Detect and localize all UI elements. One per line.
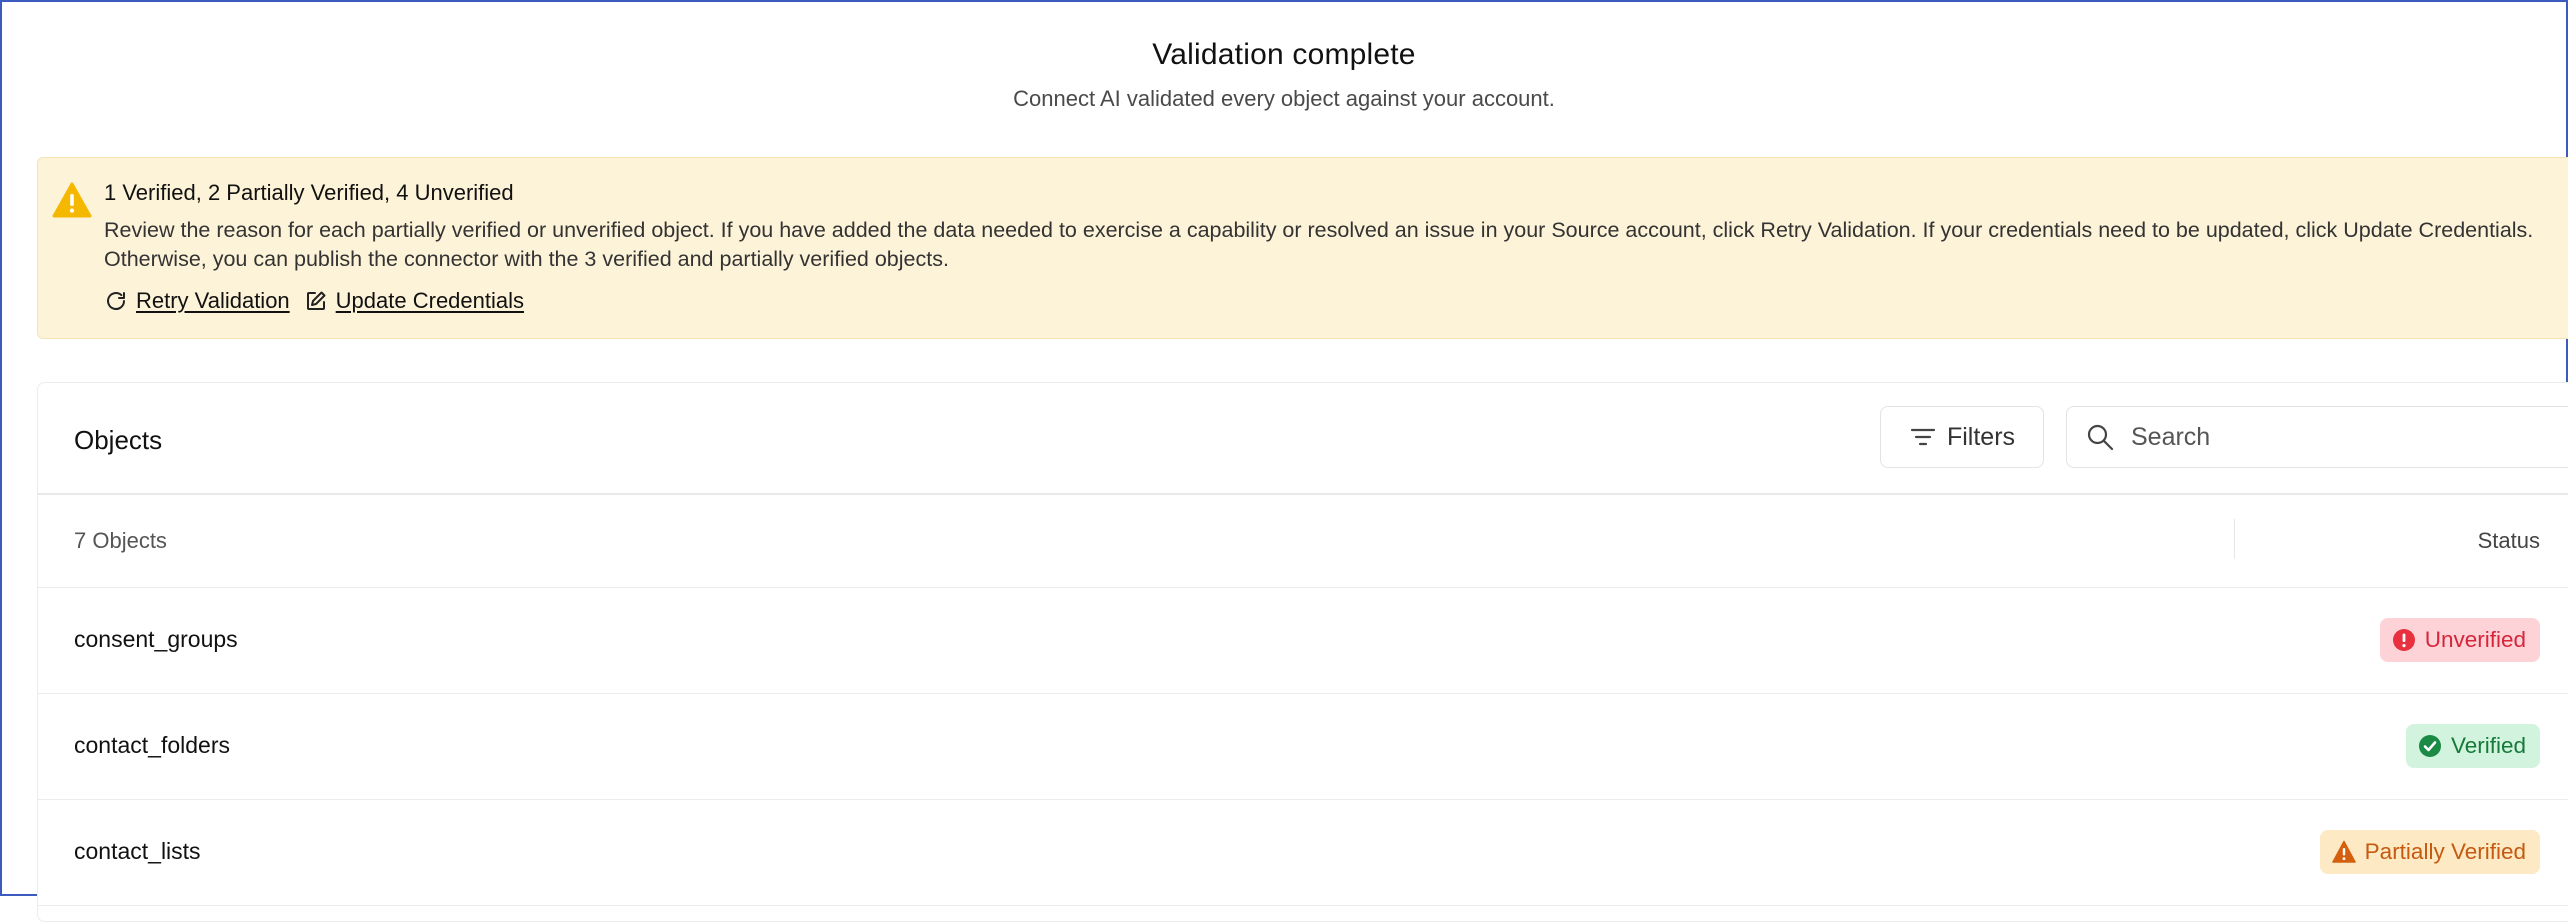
search-icon [2087, 424, 2114, 451]
status-badge: Verified [2405, 724, 2540, 768]
page-title: Validation complete [1152, 38, 1416, 71]
objects-panel: Objects Filters 7 Objects Status consent… [37, 382, 2568, 922]
retry-validation-label: Retry Validation [136, 288, 290, 313]
table-row[interactable]: consent_groups Unverified [38, 588, 2568, 694]
object-name: contact_folders [74, 732, 230, 758]
search-input[interactable] [2129, 421, 2533, 453]
refresh-icon [107, 292, 125, 310]
filters-button[interactable]: Filters [1880, 406, 2044, 468]
page-subtitle: Connect AI validated every object agains… [1013, 86, 1555, 111]
warning-icon [2331, 840, 2356, 863]
object-name: contact_lists [74, 838, 201, 864]
column-separator [2234, 519, 2235, 559]
table-header: 7 Objects Status [38, 495, 2568, 588]
status-label: Partially Verified [2364, 839, 2526, 864]
retry-validation-link[interactable]: Retry Validation [104, 288, 290, 314]
object-name: consent_groups [74, 626, 238, 652]
alert-heading: 1 Verified, 2 Partially Verified, 4 Unve… [104, 180, 514, 205]
update-credentials-link[interactable]: Update Credentials [304, 288, 524, 314]
filter-icon [1910, 428, 1936, 446]
warning-icon [52, 182, 92, 218]
table-row[interactable]: contact_folders Verified [38, 694, 2568, 800]
filters-label: Filters [1946, 422, 2016, 451]
error-icon [2392, 629, 2415, 651]
objects-count: 7 Objects [74, 528, 167, 553]
update-credentials-label: Update Credentials [335, 288, 525, 313]
status-label: Unverified [2424, 627, 2526, 652]
edit-icon [306, 291, 326, 310]
status-column-header: Status [2477, 528, 2540, 553]
alert-actions: Retry Validation Update Credentials [104, 288, 538, 314]
objects-title: Objects [74, 425, 163, 455]
validation-alert: 1 Verified, 2 Partially Verified, 4 Unve… [37, 157, 2568, 339]
status-label: Verified [2450, 733, 2526, 758]
table-row[interactable]: contact_lists Partially Verified [38, 800, 2568, 906]
alert-body: Review the reason for each partially ver… [104, 218, 2534, 271]
status-badge: Partially Verified [2319, 830, 2540, 874]
search-box[interactable] [2066, 406, 2568, 468]
check-circle-icon [2418, 735, 2441, 757]
status-badge: Unverified [2379, 618, 2540, 662]
